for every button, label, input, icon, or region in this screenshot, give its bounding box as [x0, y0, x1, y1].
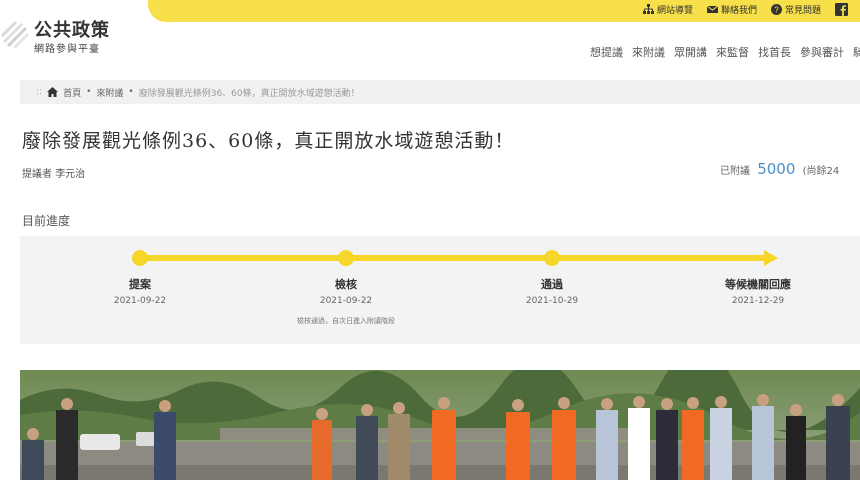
- site-logo[interactable]: 公共政策 網路參與平臺: [0, 14, 150, 64]
- proposer-info: 提議者 李元治: [22, 165, 85, 180]
- signature-count: 已附議 5000 (尚餘24: [720, 160, 839, 178]
- main-nav: 想提議 來附議 眾開講 來監督 找首長 參與審計 騎: [590, 44, 860, 60]
- stage-review: 檢核 2021-09-22 檢核通過，自次日進入附議階段: [266, 276, 426, 326]
- timeline-line: [140, 255, 765, 261]
- stage-date: 2021-10-29: [525, 296, 579, 306]
- stage-passed: 通過 2021-10-29: [472, 276, 632, 306]
- nav-more[interactable]: 騎: [853, 44, 860, 60]
- breadcrumb-separator-icon: •: [128, 87, 134, 97]
- signed-count: 5000: [757, 160, 796, 178]
- progress-heading: 目前進度: [22, 214, 71, 228]
- signed-label: 已附議: [720, 166, 750, 177]
- stage-awaiting-response: 等候機關回應 2021-12-29: [678, 276, 838, 306]
- site-header: 公共政策 網路參與平臺 網站導覽 聯絡我們 ? 常見問題 想提議 來附議 眾開講…: [0, 0, 860, 78]
- stage-name: 等候機關回應: [725, 278, 791, 291]
- sitemap-icon: [642, 4, 654, 14]
- faq-link[interactable]: ? 常見問題: [770, 3, 821, 16]
- nav-discuss[interactable]: 眾開講: [674, 44, 707, 60]
- logo-title: 公共政策: [34, 20, 110, 41]
- breadcrumb-section[interactable]: 來附議: [96, 86, 123, 99]
- top-utility-bar: 網站導覽 聯絡我們 ? 常見問題: [148, 0, 860, 22]
- stage-date: 2021-12-29: [731, 296, 785, 306]
- faq-link-label: 常見問題: [784, 6, 821, 16]
- home-icon[interactable]: [47, 87, 59, 97]
- stage-name: 提案: [129, 278, 151, 291]
- timeline-dot-proposal: [132, 250, 148, 266]
- photo-illustration: [20, 370, 860, 480]
- proposer-label: 提議者: [22, 169, 52, 180]
- stage-name: 通過: [541, 278, 563, 291]
- contact-link-label: 聯絡我們: [720, 6, 757, 16]
- breadcrumb-home[interactable]: 首頁: [63, 86, 81, 99]
- help-icon: ?: [770, 4, 782, 15]
- logo-subtitle: 網路參與平臺: [34, 44, 100, 55]
- timeline-arrow-icon: [764, 250, 778, 266]
- breadcrumb-separator-icon: •: [86, 87, 92, 97]
- proposal-photo: [20, 370, 860, 480]
- nav-endorse[interactable]: 來附議: [632, 44, 665, 60]
- contact-link[interactable]: 聯絡我們: [706, 3, 757, 16]
- stage-name: 檢核: [335, 278, 357, 291]
- nav-propose[interactable]: 想提議: [590, 44, 623, 60]
- breadcrumb-marker-icon: ::: [36, 87, 43, 97]
- stage-note: 檢核通過，自次日進入附議階段: [297, 317, 395, 325]
- timeline-dot-passed: [544, 250, 560, 266]
- progress-timeline: 提案 2021-09-22 檢核 2021-09-22 檢核通過，自次日進入附議…: [20, 236, 860, 344]
- logo-mark-icon: [0, 20, 30, 50]
- nav-audit[interactable]: 參與審計: [800, 44, 844, 60]
- mail-icon: [706, 5, 718, 13]
- page-title: 廢除發展觀光條例36、60條，真正開放水域遊憩活動！: [22, 130, 515, 152]
- breadcrumb: :: 首頁 • 來附議 • 廢除發展觀光條例36、60條，真正開放水域遊憩活動！: [20, 80, 860, 104]
- sitemap-link-label: 網站導覽: [656, 6, 693, 16]
- svg-text:?: ?: [774, 6, 779, 15]
- stage-proposal: 提案 2021-09-22: [60, 276, 220, 306]
- sitemap-link[interactable]: 網站導覽: [642, 3, 693, 16]
- signed-remaining: (尚餘24: [802, 166, 840, 177]
- breadcrumb-current: 廢除發展觀光條例36、60條，真正開放水域遊憩活動！: [138, 88, 360, 99]
- nav-supervise[interactable]: 來監督: [716, 44, 749, 60]
- proposer-name: 李元治: [55, 169, 86, 180]
- nav-find-official[interactable]: 找首長: [758, 44, 791, 60]
- stage-date: 2021-09-22: [319, 296, 373, 306]
- timeline-dot-review: [338, 250, 354, 266]
- facebook-icon[interactable]: [835, 3, 848, 16]
- stage-date: 2021-09-22: [113, 296, 167, 306]
